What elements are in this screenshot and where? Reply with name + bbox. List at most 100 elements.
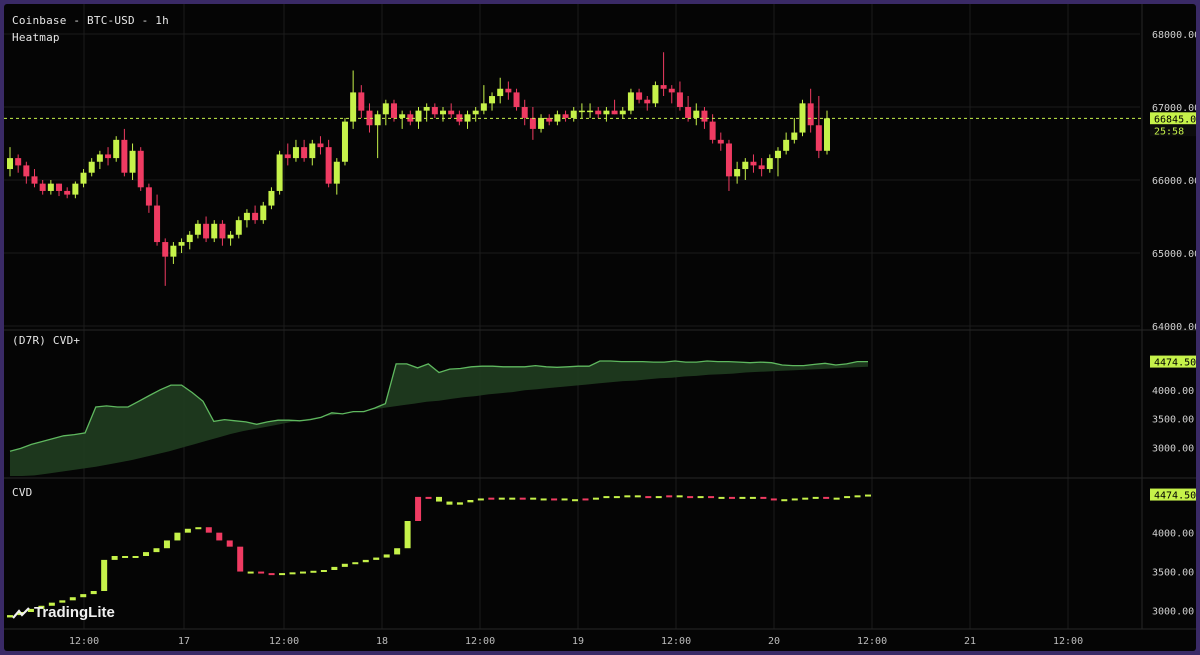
cvd-bar (247, 571, 254, 574)
chart-title: Coinbase - BTC-USD - 1h (12, 14, 169, 27)
candle-body (693, 110, 700, 118)
candle-body (562, 114, 569, 118)
cvd-bar (436, 496, 442, 502)
cvd-bar (540, 498, 547, 501)
candle-body (80, 172, 87, 184)
candle-body (260, 205, 267, 221)
cvd-bar (132, 556, 139, 558)
candle-body (644, 99, 651, 104)
cvd-bar (488, 497, 495, 500)
candle-body (742, 161, 749, 170)
cvd-bar (603, 496, 610, 499)
cvd-bar (530, 497, 537, 500)
candle-body (709, 121, 716, 140)
cvd-bar (781, 499, 788, 502)
candle-body (636, 92, 643, 100)
cvd-bar (90, 591, 97, 595)
cvd-bar (613, 496, 620, 499)
cvd-bar (645, 496, 652, 499)
candle-body (717, 139, 724, 144)
cvd-bar (320, 570, 327, 572)
time-tick-label: 12:00 (661, 636, 691, 647)
cvd-pane-title[interactable]: CVD (12, 486, 32, 499)
cvd-bar (446, 501, 453, 505)
last-price-label: 66845.02 (1154, 114, 1196, 125)
candle-body (382, 103, 389, 115)
price-tick-label: 65000.00 (1152, 249, 1196, 260)
candle-body (390, 103, 397, 118)
candle-body (47, 183, 54, 191)
cvd-tick-label: 3000.00 (1152, 606, 1194, 617)
candle-body (815, 125, 822, 151)
candle-body (268, 190, 275, 206)
candle-body (783, 139, 790, 151)
time-tick-label: 12:00 (1053, 636, 1083, 647)
cvd-bar (352, 562, 359, 565)
cvd-bar (143, 552, 150, 556)
cvd-bar (844, 496, 851, 499)
cvd-bar (415, 496, 422, 521)
cvd-bar (833, 497, 840, 500)
cvd-bar (655, 496, 662, 499)
candle-body (96, 154, 103, 162)
cvd-bar (739, 496, 746, 499)
cvd-bar (676, 495, 683, 498)
cvd-bar (687, 496, 694, 499)
cvd-bar (823, 496, 830, 499)
cvd-bar (205, 527, 212, 533)
countdown-label: 25:58 (1154, 126, 1184, 137)
tradinglite-logo: TradingLite (12, 604, 115, 621)
candle-body (791, 132, 798, 140)
candle-body (39, 183, 46, 191)
candle-body (350, 92, 357, 122)
cvd-plus-pane-title[interactable]: (D7R) CVD+ (12, 334, 80, 347)
price-tick-label: 64000.00 (1152, 322, 1196, 333)
candle-body (154, 205, 161, 243)
candle-body (235, 220, 242, 235)
candle-body (595, 110, 602, 115)
candle-body (358, 92, 365, 111)
candle-body (824, 118, 830, 151)
time-tick-label: 20 (768, 636, 780, 647)
candle-body (56, 183, 63, 191)
cvd-bar (467, 500, 474, 503)
cvd-bar (498, 497, 505, 500)
candle-body (472, 110, 479, 115)
cvd-bar (749, 496, 756, 499)
cvd-bar (299, 571, 306, 574)
candle-body (668, 88, 675, 93)
candle-body (333, 161, 340, 184)
cvd-bar (80, 594, 87, 598)
cvd-bar (373, 557, 380, 560)
cvd-bar (791, 498, 798, 501)
cvd-bar (163, 540, 170, 549)
cvd-plus-tick-label: 4000.00 (1152, 386, 1194, 397)
cvd-bar (184, 528, 191, 533)
cvd-bar (174, 532, 181, 541)
candle-body (807, 103, 814, 126)
cvd-bar (394, 548, 401, 555)
cvd-bar (572, 499, 579, 502)
cvd-bar (854, 495, 861, 498)
candle-body (578, 110, 585, 113)
candle-body (750, 161, 757, 166)
candle-body (7, 158, 13, 170)
time-tick-label: 12:00 (857, 636, 887, 647)
candle-body (440, 110, 447, 115)
candle-body (676, 92, 683, 107)
cvd-bar (477, 498, 484, 501)
cvd-bar (718, 496, 725, 499)
cvd-plus-tick-label: 3500.00 (1152, 415, 1194, 426)
candle-body (660, 85, 667, 89)
candle-body (774, 150, 781, 159)
candle-body (186, 234, 193, 243)
time-tick-label: 21 (964, 636, 976, 647)
candle-body (317, 143, 324, 148)
heatmap-label[interactable]: Heatmap (12, 31, 60, 44)
candle-body (423, 107, 430, 111)
chart-frame: 68000.00 67000.00 66000.00 65000.00 64000.00… (4, 4, 1196, 651)
chart-canvas[interactable]: 68000.0067000.0066000.0065000.0064000.00… (4, 4, 1196, 651)
cvd-bar (760, 496, 767, 499)
candle-body (325, 147, 332, 184)
candle-body (448, 110, 455, 115)
